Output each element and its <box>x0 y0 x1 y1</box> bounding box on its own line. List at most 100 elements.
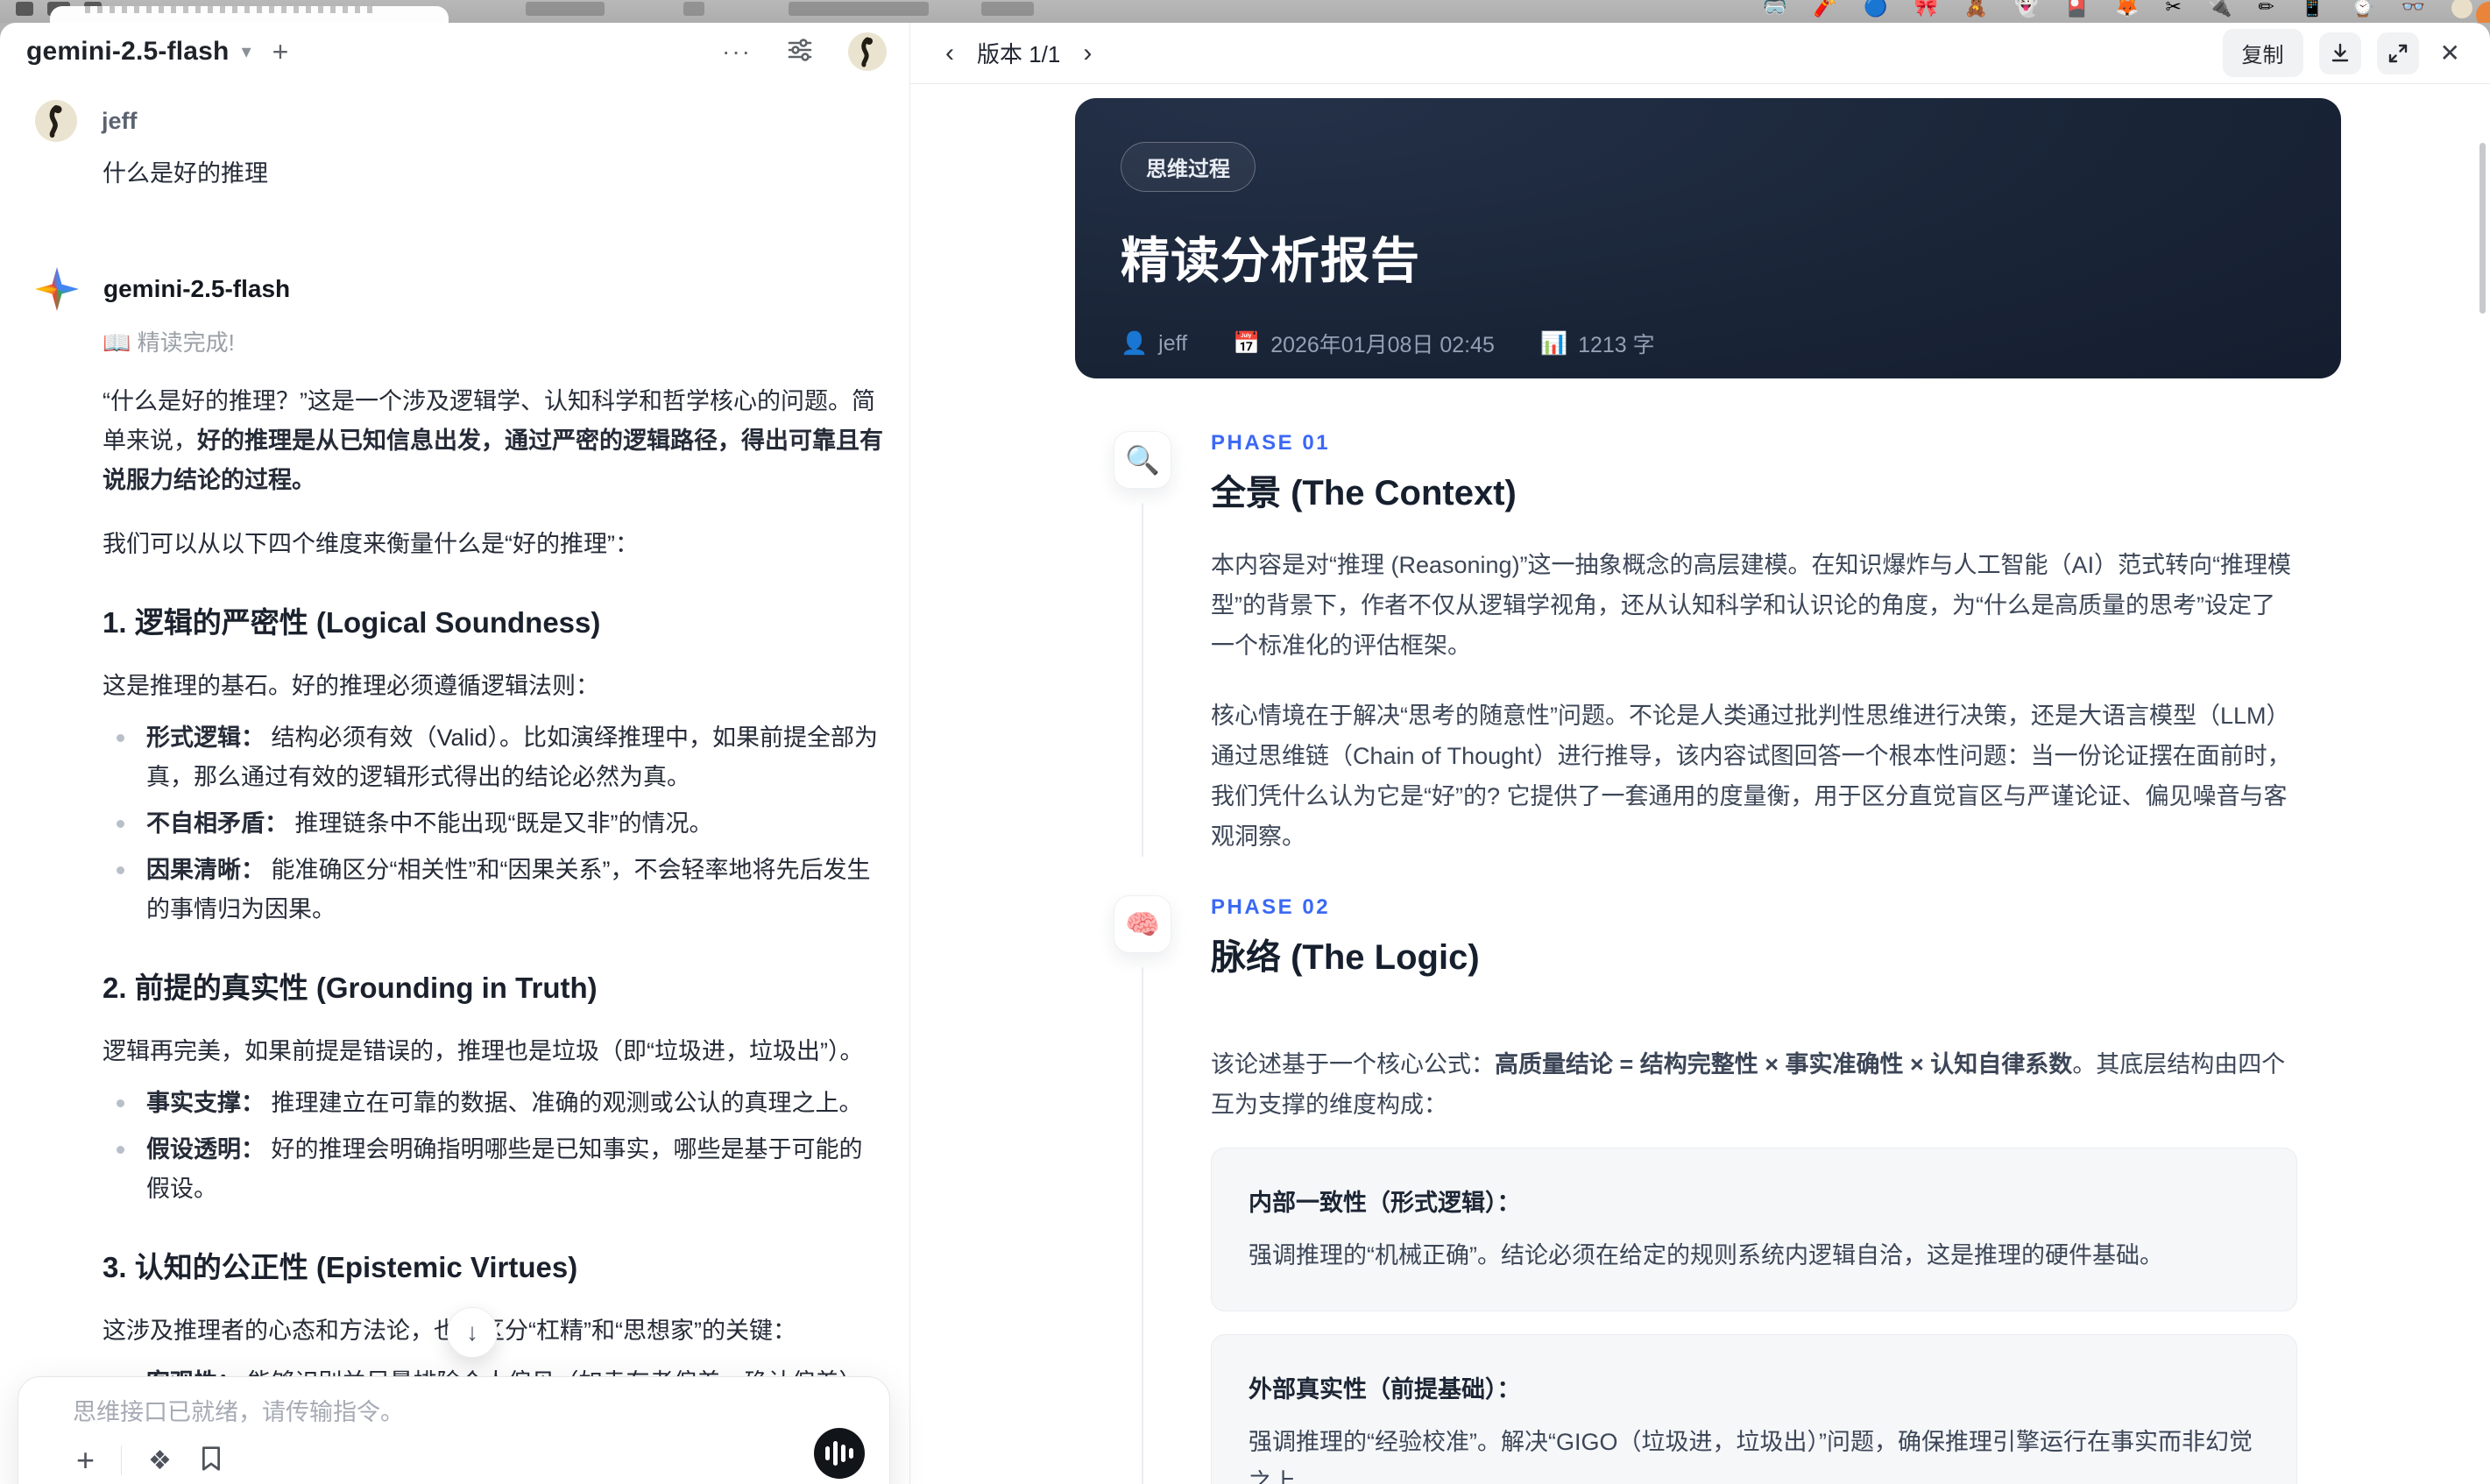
menubar-status-icon[interactable]: 📱 <box>2301 0 2324 20</box>
user-name: jeff <box>102 107 138 134</box>
scroll-to-bottom-button[interactable]: ↓ <box>447 1307 498 1358</box>
settings-sliders-icon[interactable] <box>785 35 815 69</box>
menubar-status-icon[interactable]: 🥽 <box>1763 0 1786 20</box>
macos-menubar: 🥽 🧨 🔵 🎀 🧸 👻 🎴 🦊 ✂ 🔌 ✏ 📱 ⌚ 👓 <box>0 0 2490 23</box>
copy-button[interactable]: 复制 <box>2222 29 2303 77</box>
brain-icon: 🧠 <box>1114 895 1171 953</box>
phase-paragraph: 核心情境在于解决“思考的随意性”问题。不论是人类通过批判性思维进行决策，还是大语… <box>1211 703 2291 850</box>
bullet-list: 形式逻辑： 结构必须有效（Valid）。比如演绎推理中，如果前提全部为真，那么通… <box>103 718 885 929</box>
bullet-list: 事实支撑： 推理建立在可靠的数据、准确的观测或公认的真理之上。 假设透明： 好的… <box>103 1084 885 1209</box>
menubar-status-icon[interactable]: ⌚ <box>2351 0 2374 20</box>
report-date: 📅 2026年01月08日 02:45 <box>1233 330 1495 358</box>
user-avatar <box>35 100 77 142</box>
artifact-header: ‹ 版本 1/1 › 复制 ✕ <box>910 23 2490 84</box>
dimension-card: 内部一致性（形式逻辑）： 强调推理的“机械正确”。结论必须在给定的规则系统内逻辑… <box>1211 1148 2297 1311</box>
dimension-title: 内部一致性（形式逻辑）： <box>1249 1190 1521 1216</box>
bar-chart-icon: 📊 <box>1539 330 1568 356</box>
screen: 🥽 🧨 🔵 🎀 🧸 👻 🎴 🦊 ✂ 🔌 ✏ 📱 ⌚ 👓 gemini-2.5-f… <box>0 0 2490 1484</box>
report-meta: 👤 jeff 📅 2026年01月08日 02:45 📊 1213 字 <box>1121 328 2295 359</box>
phase-title: 脉络 (The Logic) <box>1211 938 1480 977</box>
menubar-status-icon[interactable]: 🔌 <box>2208 0 2232 20</box>
assistant-turn: gemini-2.5-flash 📖 精读完成! “什么是好的推理？”这是一个涉… <box>35 267 885 1484</box>
user-turn-header: jeff <box>35 100 885 142</box>
menubar-status-icon[interactable]: 👓 <box>2402 0 2425 20</box>
menubar-avatar[interactable] <box>2451 0 2472 18</box>
person-icon: 👤 <box>1121 330 1149 356</box>
chat-scroll-area[interactable]: jeff 什么是好的推理 gemini-2.5-flash 📖 精读完成! “什… <box>0 81 909 1484</box>
expand-button[interactable] <box>2376 32 2419 74</box>
report-title: 精读分析报告 <box>1121 233 1420 288</box>
bookmark-icon[interactable] <box>198 1445 224 1477</box>
bullet-item: 事实支撑： 推理建立在可靠的数据、准确的观测或公认的真理之上。 <box>103 1084 885 1123</box>
dimension-body: 强调推理的“经验校准”。解决“GIGO（垃圾进，垃圾出）”问题，确保推理引擎运行… <box>1249 1429 2253 1484</box>
user-message: 什么是好的推理 <box>103 160 268 187</box>
timeline-connector <box>1142 503 1143 857</box>
phase-paragraph: 本内容是对“推理 (Reasoning)”这一抽象概念的高层建模。在知识爆炸与人… <box>1211 552 2292 659</box>
assistant-name: gemini-2.5-flash <box>103 275 291 302</box>
session-title[interactable]: gemini-2.5-flash <box>26 37 230 67</box>
toolbar-glyph <box>789 2 929 16</box>
artifact-panel: ‹ 版本 1/1 › 复制 ✕ 思维过程 精读分析报告 👤 jeff 📅 202… <box>910 23 2490 1484</box>
phase-title: 全景 (The Context) <box>1211 474 1517 512</box>
composer-placeholder[interactable]: 思维接口已就绪，请传输指令。 <box>73 1395 863 1430</box>
section-heading: 1. 逻辑的严密性 (Logical Soundness) <box>103 606 601 639</box>
report-hero-card: 思维过程 精读分析报告 👤 jeff 📅 2026年01月08日 02:45 📊 12… <box>1075 98 2341 378</box>
menubar-status-icon[interactable]: 🧸 <box>1964 0 1988 20</box>
section-heading: 2. 前提的真实性 (Grounding in Truth) <box>103 972 598 1004</box>
chat-panel: gemini-2.5-flash ▾ + ··· jeff 什么是好的推理 ge… <box>0 23 910 1484</box>
menubar-status-icon[interactable]: 🎴 <box>2065 0 2089 20</box>
menubar-status-icon[interactable]: 🧨 <box>1814 0 1837 20</box>
artifact-scroll-area[interactable]: 思维过程 精读分析报告 👤 jeff 📅 2026年01月08日 02:45 📊 12… <box>910 84 2490 1484</box>
download-button[interactable] <box>2318 32 2361 74</box>
app-menu-glyph <box>16 2 33 16</box>
skills-diamond-icon[interactable]: ❖ <box>148 1445 172 1476</box>
browser-active-tab[interactable] <box>50 6 449 23</box>
toolbar-glyph <box>526 2 605 16</box>
section-intro: 逻辑再完美，如果前提是错误的，推理也是垃圾（即“垃圾进，垃圾出”）。 <box>103 1038 864 1064</box>
toolbar-glyph <box>683 2 704 16</box>
divider <box>121 1445 123 1475</box>
phase-section-1: 🔍 PHASE 01 全景 (The Context) 本内容是对“推理 (Re… <box>1075 431 2341 857</box>
user-avatar[interactable] <box>848 32 887 71</box>
menubar-status-icon[interactable]: 🎀 <box>1913 0 1937 20</box>
dimension-title: 外部真实性（前提基础）： <box>1249 1376 1521 1403</box>
menubar-status-icon[interactable]: 👻 <box>2014 0 2038 20</box>
timeline-connector <box>1142 967 1143 1484</box>
paragraph: 我们可以从以下四个维度来衡量什么是“好的推理”： <box>103 531 639 557</box>
calendar-icon: 📅 <box>1233 330 1261 356</box>
tab-title-clipped <box>85 6 374 13</box>
dimension-body: 强调推理的“机械正确”。结论必须在给定的规则系统内逻辑自洽，这是推理的硬件基础。 <box>1249 1242 2163 1268</box>
chevron-down-icon[interactable]: ▾ <box>242 40 251 63</box>
scrollbar-thumb[interactable] <box>2479 143 2486 314</box>
version-next-button[interactable]: › <box>1079 39 1095 67</box>
toolbar-glyph <box>981 2 1034 16</box>
thinking-process-badge: 思维过程 <box>1121 142 1256 192</box>
menubar-clipped-icon <box>2476 2 2490 23</box>
report-wordcount: 📊 1213 字 <box>1539 330 1655 358</box>
section-intro: 这是推理的基石。好的推理必须遵循逻辑法则： <box>103 673 599 699</box>
version-label: 版本 1/1 <box>977 41 1061 67</box>
menubar-status-icon[interactable]: ✏ <box>2258 0 2274 20</box>
dimension-card: 外部真实性（前提基础）： 强调推理的“经验校准”。解决“GIGO（垃圾进，垃圾出… <box>1211 1334 2297 1484</box>
message-composer[interactable]: 思维接口已就绪，请传输指令。 + ❖ <box>18 1376 890 1484</box>
voice-input-button[interactable] <box>814 1428 865 1479</box>
close-icon[interactable]: ✕ <box>2440 39 2460 67</box>
chat-header: gemini-2.5-flash ▾ + ··· <box>0 23 909 81</box>
bullet-item: 形式逻辑： 结构必须有效（Valid）。比如演绎推理中，如果前提全部为真，那么通… <box>103 718 885 797</box>
bullet-item: 因果清晰： 能准确区分“相关性”和“因果关系”，不会轻率地将先后发生的事情归为因… <box>103 851 885 929</box>
bullet-item: 不自相矛盾： 推理链条中不能出现“既是又非”的情况。 <box>103 804 885 844</box>
version-prev-button[interactable]: ‹ <box>942 39 958 67</box>
menubar-status-icon[interactable]: 🔵 <box>1864 0 1887 20</box>
gemini-logo-icon <box>35 267 79 311</box>
arrow-down-icon: ↓ <box>466 1318 478 1346</box>
assistant-status: 📖 精读完成! <box>103 329 235 356</box>
menubar-status-icon[interactable]: ✂ <box>2166 0 2182 20</box>
more-options-icon[interactable]: ··· <box>722 38 752 66</box>
new-chat-button[interactable]: + <box>272 36 289 68</box>
attach-plus-icon[interactable]: + <box>76 1442 95 1479</box>
menubar-status-icon[interactable]: 🦊 <box>2115 0 2139 20</box>
phase-label: PHASE 01 <box>1211 431 1331 455</box>
paragraph: “什么是好的推理？”这是一个涉及逻辑学、认知科学和哲学核心的问题。简单来说，好的… <box>103 388 883 493</box>
menubar-status-icons[interactable]: 🥽 🧨 🔵 🎀 🧸 👻 🎴 🦊 ✂ 🔌 ✏ 📱 ⌚ 👓 <box>1763 0 2472 20</box>
report-author: 👤 jeff <box>1121 330 1188 356</box>
